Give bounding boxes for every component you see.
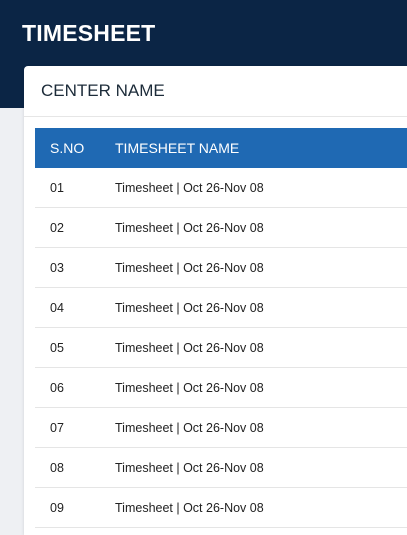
row-timesheet-name: Timesheet | Oct 26-Nov 08 [115,340,264,355]
row-sno: 02 [50,220,64,235]
table-row[interactable]: 05 Timesheet | Oct 26-Nov 08 [35,328,407,368]
page: TIMESHEET CENTER NAME S.NO TIMESHEET NAM… [0,0,407,535]
row-sno: 09 [50,500,64,515]
center-name-title: CENTER NAME [41,81,165,100]
table-row[interactable]: 07 Timesheet | Oct 26-Nov 08 [35,408,407,448]
row-timesheet-name: Timesheet | Oct 26-Nov 08 [115,460,264,475]
row-sno: 08 [50,460,64,475]
column-header-sno: S.NO [50,140,85,156]
table-row[interactable]: 01 Timesheet | Oct 26-Nov 08 [35,168,407,208]
row-timesheet-name: Timesheet | Oct 26-Nov 08 [115,220,264,235]
row-timesheet-name: Timesheet | Oct 26-Nov 08 [115,300,264,315]
column-header-timesheet-name: TIMESHEET NAME [115,140,240,156]
table-row[interactable]: 08 Timesheet | Oct 26-Nov 08 [35,448,407,488]
row-sno: 04 [50,300,64,315]
row-sno: 07 [50,420,64,435]
row-sno: 05 [50,340,64,355]
app-title: TIMESHEET [22,20,156,46]
timesheet-table: S.NO TIMESHEET NAME 01 Timesheet | Oct 2… [35,128,407,528]
row-sno: 06 [50,380,64,395]
row-sno: 01 [50,180,64,195]
row-timesheet-name: Timesheet | Oct 26-Nov 08 [115,420,264,435]
table-row[interactable]: 06 Timesheet | Oct 26-Nov 08 [35,368,407,408]
table-row[interactable]: 02 Timesheet | Oct 26-Nov 08 [35,208,407,248]
row-timesheet-name: Timesheet | Oct 26-Nov 08 [115,380,264,395]
table-row[interactable]: 03 Timesheet | Oct 26-Nov 08 [35,248,407,288]
row-timesheet-name: Timesheet | Oct 26-Nov 08 [115,260,264,275]
row-timesheet-name: Timesheet | Oct 26-Nov 08 [115,180,264,195]
table-header: S.NO TIMESHEET NAME [35,128,407,168]
card-divider [24,116,407,117]
timesheet-card: CENTER NAME S.NO TIMESHEET NAME 01 Times… [24,66,407,535]
table-row[interactable]: 04 Timesheet | Oct 26-Nov 08 [35,288,407,328]
row-timesheet-name: Timesheet | Oct 26-Nov 08 [115,500,264,515]
table-row[interactable]: 09 Timesheet | Oct 26-Nov 08 [35,488,407,528]
row-sno: 03 [50,260,64,275]
